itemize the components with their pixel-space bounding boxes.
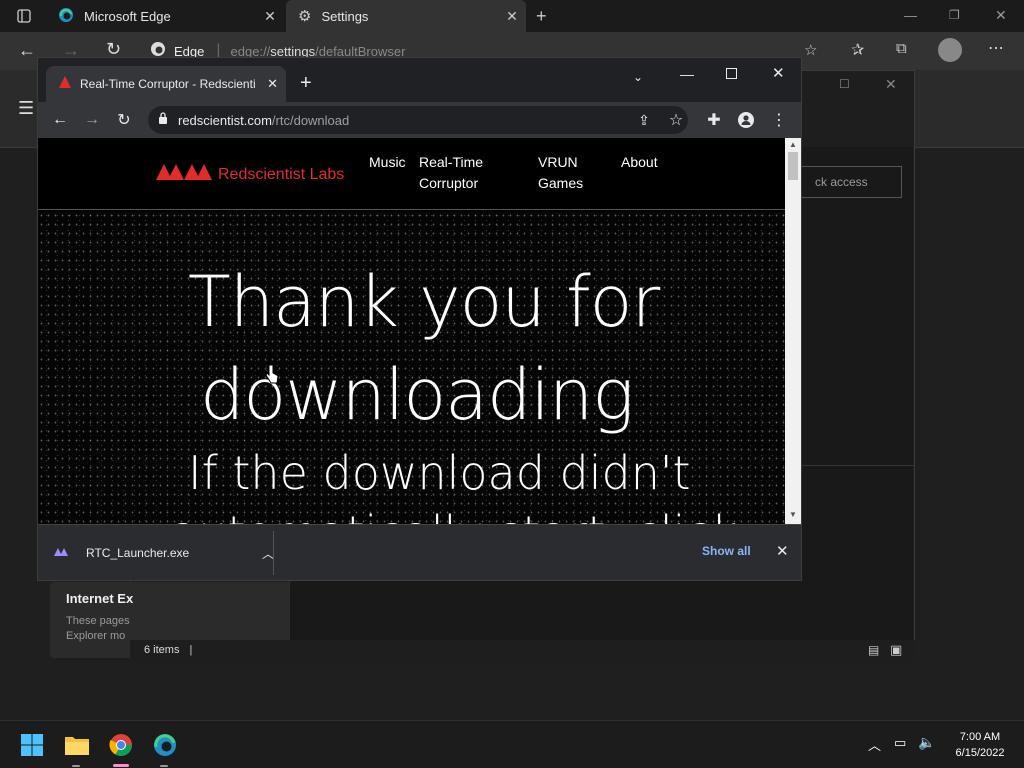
edge-tabstrip: Microsoft Edge ✕ ⚙ Settings ✕ + — ❐ ✕ (0, 0, 1024, 32)
download-filename: RTC_Launcher.exe (86, 546, 190, 560)
nav-music[interactable]: Music (369, 152, 406, 173)
reload-icon[interactable]: ↻ (110, 106, 138, 134)
nav-real-time-corruptor[interactable]: Real-Time Corruptor (419, 152, 483, 194)
more-menu-icon[interactable]: ⋯ (988, 38, 1004, 58)
site-navbar: Redscientist Labs Music Real-Time Corrupt… (38, 138, 785, 210)
back-icon[interactable]: ← (18, 40, 36, 61)
forward-icon[interactable]: → (78, 106, 106, 134)
profile-avatar-icon[interactable] (938, 38, 962, 62)
close-icon[interactable]: ✕ (776, 542, 789, 560)
hero-subtext-link[interactable]: automatically start, click (170, 503, 737, 524)
edge-tab-microsoft-edge[interactable]: Microsoft Edge ✕ (44, 0, 284, 32)
collections-icon[interactable]: ⧉ (896, 40, 907, 57)
redscientist-favicon-icon (58, 75, 72, 94)
hamburger-menu-icon[interactable]: ☰ (18, 98, 34, 119)
ie-card-title: Internet Ex (66, 591, 134, 606)
clock-date: 6/15/2022 (955, 747, 1005, 759)
scroll-down-icon[interactable]: ▼ (789, 510, 797, 519)
items-count: 6 items | (144, 644, 193, 656)
tab-search-icon[interactable]: ⌄ (633, 70, 643, 84)
hero-section: Thank you for downloading If the downloa… (38, 211, 785, 524)
new-tab-icon[interactable]: + (300, 72, 312, 95)
minimize-icon[interactable]: — (904, 8, 917, 23)
edge-tab-settings[interactable]: ⚙ Settings ✕ (286, 0, 526, 32)
minimize-icon[interactable]: — (680, 66, 694, 82)
maximize-icon[interactable]: ☐ (839, 77, 850, 91)
extensions-icon[interactable]: ✚ (700, 106, 728, 134)
tiles-view-icon[interactable]: ▣ (890, 642, 902, 658)
chrome-tab-label: Real-Time Corruptor - Redscienti (80, 77, 256, 91)
edge-taskbar-icon[interactable] (149, 729, 181, 761)
edge-logo-icon (58, 7, 74, 26)
start-windows-icon[interactable] (16, 729, 48, 761)
close-window-icon[interactable]: ✕ (995, 7, 1007, 24)
lock-icon (158, 111, 168, 129)
scroll-thumb[interactable] (788, 152, 798, 180)
site-logo[interactable]: Redscientist Labs (156, 162, 344, 187)
close-icon[interactable]: ✕ (267, 76, 278, 92)
edge-tab-label: Microsoft Edge (84, 8, 171, 24)
page-scrollbar[interactable]: ▲ ▼ (785, 138, 801, 524)
site-logo-text: Redscientist Labs (218, 165, 345, 183)
bookmark-star-icon[interactable]: ☆ (662, 106, 690, 134)
chevron-up-icon[interactable]: ︿ (868, 735, 881, 754)
profile-icon[interactable] (732, 106, 760, 134)
show-all-button[interactable]: Show all (702, 544, 751, 558)
tab-actions-icon[interactable] (10, 2, 38, 30)
hero-subtext: If the download didn't automatically sta… (170, 443, 737, 524)
add-favorite-icon[interactable]: ☆ (804, 41, 817, 59)
active-app-indicator (113, 764, 129, 767)
maximize-icon[interactable] (726, 66, 737, 84)
divider (273, 531, 274, 575)
web-viewport: Redscientist Labs Music Real-Time Corrupt… (38, 138, 785, 524)
clock-time: 7:00 AM (959, 731, 1001, 743)
rtc-app-icon (54, 544, 72, 562)
explorer-statusbar: ▤ ▣ (130, 640, 915, 662)
chrome-toolbar: ← → ↻ redscientist.com/rtc/download ⇪ ☆ … (38, 102, 801, 138)
close-icon[interactable]: ✕ (256, 8, 284, 25)
close-icon[interactable]: ✕ (498, 8, 526, 25)
hero-heading: Thank you for downloading (188, 261, 660, 436)
download-shelf: RTC_Launcher.exe ︿ Show all ✕ (38, 524, 801, 580)
ie-card-desc: These pages Explorer mo (66, 614, 134, 644)
chrome-window: Real-Time Corruptor - Redscienti ✕ + ⌄ —… (37, 57, 802, 581)
taskbar: ︿ ▭ 🔈 7:00 AM 6/15/2022 (0, 720, 1024, 768)
network-icon[interactable]: ▭ (894, 735, 906, 751)
open-app-indicator (72, 765, 80, 767)
nav-about[interactable]: About (621, 152, 658, 173)
chrome-tab-active[interactable]: Real-Time Corruptor - Redscienti ✕ (46, 66, 286, 102)
hand-cursor-icon (265, 364, 279, 389)
redscientist-logo-icon (156, 162, 212, 187)
nav-vrun-games[interactable]: VRUN Games (538, 152, 583, 194)
chrome-tabstrip: Real-Time Corruptor - Redscienti ✕ + ⌄ —… (38, 58, 801, 102)
favorites-icon[interactable]: ✰ (851, 40, 864, 60)
chrome-icon[interactable] (105, 729, 137, 761)
quick-access-search[interactable]: ck access (800, 166, 902, 198)
new-tab-icon[interactable]: + (536, 6, 547, 27)
ie-card-desc-line: Explorer mo (66, 630, 126, 642)
ie-card-desc-line: These pages (66, 615, 130, 627)
system-clock[interactable]: 7:00 AM 6/15/2022 (940, 729, 1020, 761)
edge-tab-label: Settings (321, 8, 369, 24)
share-icon[interactable]: ⇪ (630, 106, 658, 134)
open-app-indicator (160, 765, 168, 767)
restore-icon[interactable]: ❐ (949, 8, 960, 22)
close-window-icon[interactable]: ✕ (772, 64, 785, 82)
gear-icon: ⚙ (298, 8, 312, 25)
download-item[interactable]: RTC_Launcher.exe ︿ (54, 539, 274, 567)
volume-icon[interactable]: 🔈 (918, 734, 935, 751)
omnibox[interactable]: redscientist.com/rtc/download (148, 106, 688, 134)
file-explorer-icon[interactable] (61, 729, 93, 761)
chrome-menu-icon[interactable]: ⋮ (765, 106, 793, 134)
scroll-up-icon[interactable]: ▲ (789, 140, 797, 149)
close-window-icon[interactable]: ✕ (885, 76, 897, 93)
back-icon[interactable]: ← (46, 106, 74, 134)
url-text: redscientist.com/rtc/download (178, 112, 350, 128)
details-view-icon[interactable]: ▤ (868, 643, 879, 657)
